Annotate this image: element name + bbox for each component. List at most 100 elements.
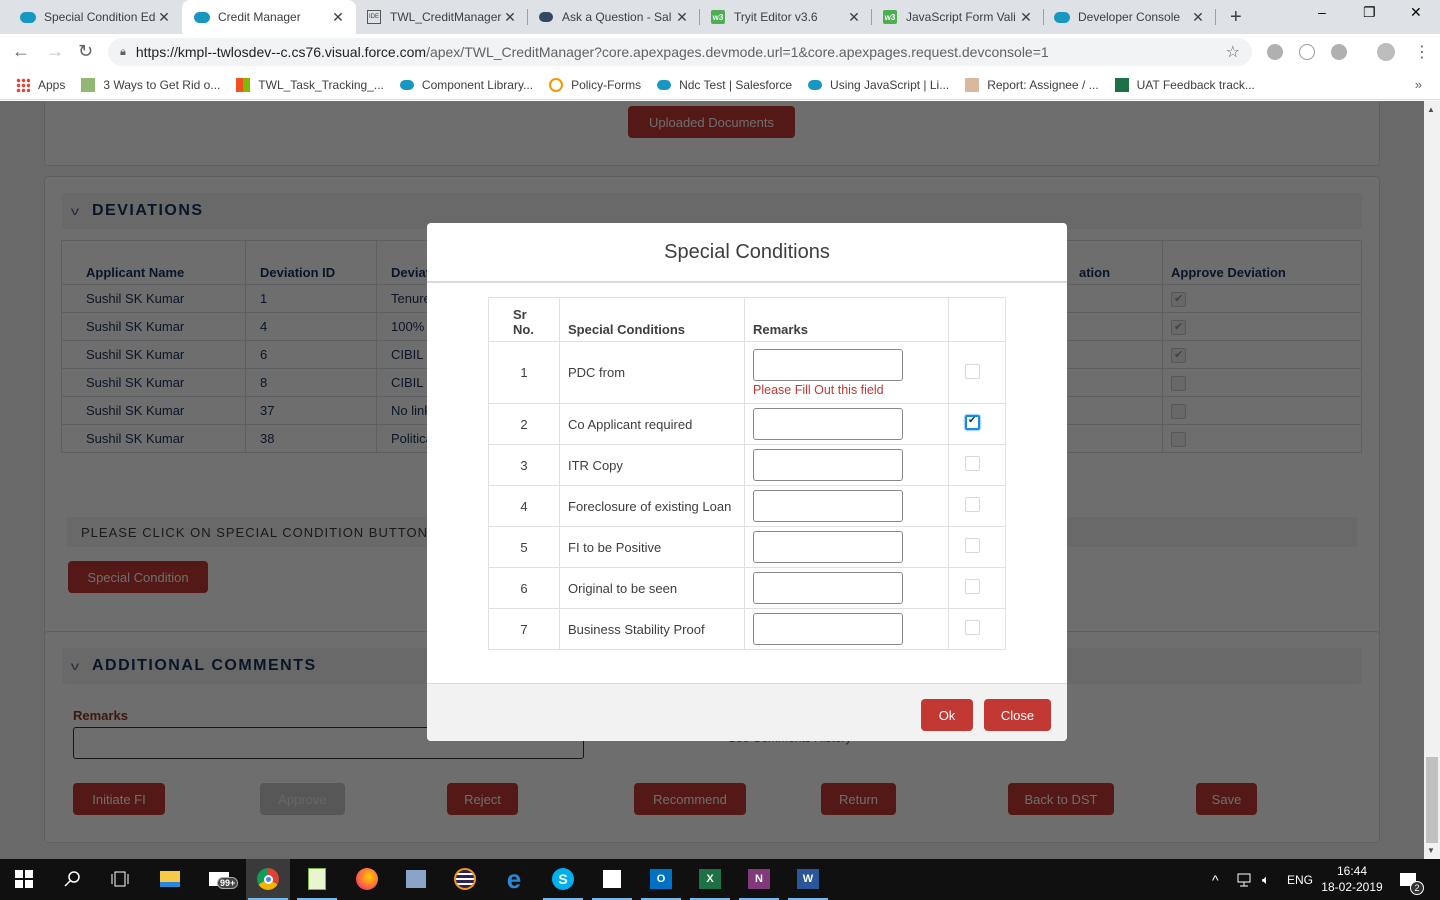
scroll-down-arrow-icon[interactable]: ▼ — [1427, 846, 1435, 855]
browser-menu-icon[interactable]: ⋮ — [1414, 42, 1430, 62]
excel-icon[interactable]: X — [698, 867, 722, 891]
language-indicator[interactable]: ENG — [1287, 859, 1313, 900]
bookmark-apps[interactable]: Apps — [16, 77, 66, 92]
scroll-up-arrow-icon[interactable]: ▲ — [1427, 105, 1435, 114]
extension-icon[interactable] — [1267, 44, 1283, 60]
scrollbar-thumb[interactable] — [1426, 757, 1438, 843]
condition-checkbox[interactable] — [965, 620, 980, 635]
network-tool-icon[interactable] — [404, 867, 428, 891]
file-explorer-icon[interactable] — [158, 867, 182, 891]
modal-footer: Ok Close — [427, 683, 1067, 741]
close-tab-icon[interactable]: ✕ — [156, 9, 172, 26]
bookmark-component-library[interactable]: Component Library... — [399, 78, 533, 92]
bookmark-policy-forms[interactable]: Policy-Forms — [549, 77, 641, 92]
bookmark-using-javascript[interactable]: Using JavaScript | Li... — [808, 78, 949, 92]
bookmark-label: Apps — [38, 77, 66, 92]
remarks-cell — [744, 485, 949, 527]
tab-title: Special Condition Ed — [44, 10, 156, 24]
close-button[interactable]: Close — [984, 699, 1051, 731]
tab-title: Credit Manager — [218, 10, 301, 24]
condition-checkbox[interactable] — [965, 538, 980, 553]
condition-remarks-input[interactable] — [753, 572, 903, 604]
bookmarks-overflow-icon[interactable]: » — [1415, 77, 1422, 92]
outlook-icon[interactable]: O — [649, 867, 673, 891]
bookmark-wikihow[interactable]: 3 Ways to Get Rid o... — [81, 77, 220, 92]
back-arrow-icon[interactable]: ← — [12, 41, 30, 62]
salesforce-icon — [20, 9, 36, 25]
notepad-icon[interactable] — [305, 867, 329, 891]
skype-icon[interactable]: S — [551, 867, 575, 891]
tab-tryit-editor[interactable]: w3 Tryit Editor v3.6 ✕ — [700, 0, 872, 34]
windows-start-icon[interactable] — [12, 867, 36, 891]
extension-icon[interactable] — [1331, 44, 1347, 60]
ok-button[interactable]: Ok — [921, 699, 973, 731]
close-tab-icon[interactable]: ✕ — [846, 9, 862, 26]
system-clock[interactable]: 16:44 18-02-2019 — [1316, 863, 1388, 895]
sticky-notes-icon[interactable] — [600, 867, 624, 891]
edge-icon[interactable]: e — [502, 864, 526, 894]
tab-credit-manager[interactable]: Credit Manager ✕ — [182, 0, 356, 34]
word-icon[interactable]: W — [796, 867, 820, 891]
network-icon[interactable] — [1237, 859, 1253, 900]
close-tab-icon[interactable]: ✕ — [674, 9, 690, 26]
close-window-button[interactable]: ✕ — [1410, 4, 1422, 21]
condition-remarks-input[interactable] — [753, 449, 903, 481]
new-tab-button[interactable]: + — [1230, 6, 1242, 29]
microsoft-icon — [236, 77, 251, 92]
column-header: Remarks — [744, 297, 949, 342]
maximize-button[interactable]: ❐ — [1363, 4, 1376, 21]
condition-remarks-input[interactable] — [753, 348, 903, 381]
profile-avatar-icon[interactable] — [1377, 43, 1395, 61]
tab-special-condition-edit[interactable]: Special Condition Ed ✕ — [0, 0, 182, 34]
close-tab-icon[interactable]: ✕ — [502, 9, 518, 26]
remarks-cell — [744, 444, 949, 486]
close-tab-icon[interactable]: ✕ — [330, 9, 346, 26]
chrome-icon[interactable] — [256, 867, 280, 891]
firefox-icon[interactable] — [355, 867, 379, 891]
address-bar[interactable]: 🔒︎ https://kmpl--twlosdev--c.cs76.visual… — [108, 38, 1252, 66]
reload-icon[interactable]: ↻ — [78, 41, 93, 62]
special-condition-row: 6 Original to be seen — [488, 567, 1006, 609]
bookmark-star-icon[interactable]: ☆ — [1226, 42, 1240, 62]
close-tab-icon[interactable]: ✕ — [1190, 9, 1206, 26]
condition-checkbox[interactable] — [965, 363, 980, 379]
condition-remarks-input[interactable] — [753, 531, 903, 563]
condition-checkbox[interactable] — [965, 456, 980, 471]
select-cell — [948, 485, 1006, 527]
onenote-icon[interactable]: N — [747, 867, 771, 891]
bookmark-label: Report: Assignee / ... — [987, 77, 1099, 92]
volume-icon[interactable]: 🔈︎ — [1262, 859, 1270, 900]
condition-remarks-input[interactable] — [753, 490, 903, 522]
bookmark-report-assignee[interactable]: Report: Assignee / ... — [965, 77, 1099, 92]
task-view-icon[interactable] — [108, 867, 132, 891]
condition-checkbox[interactable] — [965, 415, 980, 430]
tab-javascript-form-validation[interactable]: w3 JavaScript Form Vali ✕ — [872, 0, 1044, 34]
minimize-button[interactable]: – — [1318, 4, 1326, 20]
cloud-extension-icon[interactable] — [1299, 44, 1315, 60]
condition-checkbox[interactable] — [965, 579, 980, 594]
show-hidden-icons[interactable]: ^ — [1212, 859, 1219, 900]
bookmark-ndc-test[interactable]: Ndc Test | Salesforce — [657, 78, 792, 92]
eclipse-icon[interactable] — [453, 867, 477, 891]
remarks-cell — [744, 526, 949, 568]
condition-remarks-input[interactable] — [753, 613, 903, 645]
search-icon[interactable] — [60, 867, 84, 891]
condition-remarks-input[interactable] — [753, 408, 903, 440]
bookmark-uat-feedback[interactable]: UAT Feedback track... — [1114, 77, 1255, 92]
condition-checkbox[interactable] — [965, 497, 980, 512]
action-center-icon[interactable]: 2 — [1400, 859, 1424, 900]
mail-badge: 99+ — [217, 877, 239, 889]
mail-icon[interactable]: 99+ — [207, 867, 239, 891]
tab-developer-console[interactable]: Developer Console ✕ — [1044, 0, 1216, 34]
forward-arrow-icon[interactable]: → — [46, 41, 64, 62]
tab-ask-a-question[interactable]: Ask a Question - Sal ✕ — [528, 0, 700, 34]
tab-twl-creditmanager[interactable]: IDE TWL_CreditManager ✕ — [356, 0, 528, 34]
close-tab-icon[interactable]: ✕ — [1018, 9, 1034, 26]
ide-icon: IDE — [366, 9, 382, 25]
modal-title: Special Conditions — [427, 223, 1067, 283]
select-cell — [948, 526, 1006, 568]
page-scrollbar[interactable]: ▲ ▼ — [1424, 101, 1440, 859]
special-condition-row: 1 PDC from Please Fill Out this field — [488, 341, 1006, 404]
tab-title: TWL_CreditManager — [390, 10, 502, 24]
bookmark-task-tracking[interactable]: TWL_Task_Tracking_... — [236, 77, 384, 92]
